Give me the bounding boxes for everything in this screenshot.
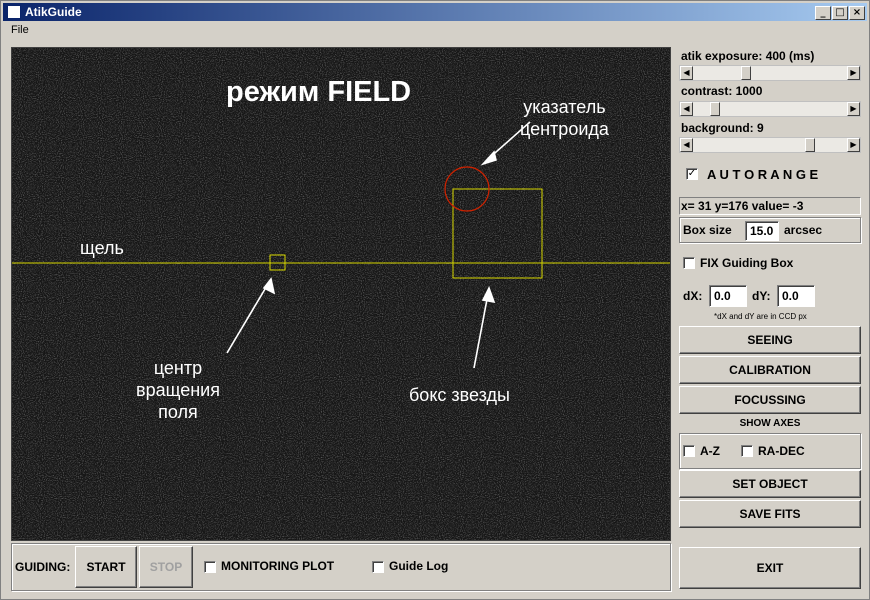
maximize-button[interactable]: □ bbox=[832, 6, 848, 20]
save-fits-button[interactable]: SAVE FITS bbox=[679, 500, 861, 528]
app-icon bbox=[7, 5, 21, 19]
rotation-center-label: центр вращения поля bbox=[136, 358, 220, 422]
show-axes-label: SHOW AXES bbox=[739, 418, 801, 429]
guide-log-label: Guide Log bbox=[389, 559, 449, 573]
starbox-label: бокс звезды bbox=[409, 385, 510, 405]
background-label: background: 9 bbox=[681, 121, 764, 135]
monitoring-plot-label: MONITORING PLOT bbox=[221, 559, 335, 573]
box-size-unit: arcsec bbox=[784, 223, 823, 237]
slit-label: щель bbox=[80, 238, 124, 258]
close-button[interactable]: × bbox=[849, 6, 865, 20]
az-label: A-Z bbox=[700, 444, 720, 458]
scroll-left-icon[interactable]: ◀ bbox=[680, 102, 693, 116]
contrast-label: contrast: 1000 bbox=[681, 84, 763, 98]
focussing-button[interactable]: FOCUSSING bbox=[679, 386, 861, 414]
dy-input[interactable]: 0.0 bbox=[777, 285, 815, 307]
guide-log-checkbox[interactable] bbox=[372, 561, 384, 573]
dx-input[interactable]: 0.0 bbox=[709, 285, 747, 307]
scroll-left-icon[interactable]: ◀ bbox=[680, 66, 693, 80]
menu-file[interactable]: File bbox=[11, 24, 29, 36]
scroll-right-icon[interactable]: ▶ bbox=[847, 138, 860, 152]
slider-thumb[interactable] bbox=[710, 102, 720, 116]
centroid-label: указатель центроида bbox=[520, 97, 609, 139]
radec-checkbox[interactable] bbox=[741, 445, 753, 457]
fix-guiding-box-label: FIX Guiding Box bbox=[700, 256, 794, 270]
minimize-button[interactable]: _ bbox=[815, 6, 831, 20]
box-size-input[interactable]: 15.0 bbox=[745, 221, 779, 241]
exposure-slider[interactable]: ◀ ▶ bbox=[679, 65, 861, 81]
contrast-slider[interactable]: ◀ ▶ bbox=[679, 101, 861, 117]
stop-button[interactable]: STOP bbox=[139, 546, 193, 588]
seeing-button[interactable]: SEEING bbox=[679, 326, 861, 354]
dx-label: dX: bbox=[683, 289, 703, 303]
exit-button[interactable]: EXIT bbox=[679, 547, 861, 589]
monitoring-plot-checkbox[interactable] bbox=[204, 561, 216, 573]
menu-bar: File bbox=[3, 22, 867, 40]
scroll-right-icon[interactable]: ▶ bbox=[847, 102, 860, 116]
dy-label: dY: bbox=[752, 289, 771, 303]
autorange-checkbox[interactable]: ✓ bbox=[686, 168, 698, 180]
exposure-label: atik exposure: 400 (ms) bbox=[681, 49, 815, 63]
autorange-label: A U T O R A N G E bbox=[707, 167, 819, 182]
window-title: AtikGuide bbox=[25, 5, 82, 19]
slider-thumb[interactable] bbox=[805, 138, 815, 152]
set-object-button[interactable]: SET OBJECT bbox=[679, 470, 861, 498]
mode-title: режим FIELD bbox=[226, 76, 412, 108]
az-checkbox[interactable] bbox=[683, 445, 695, 457]
calibration-button[interactable]: CALIBRATION bbox=[679, 356, 861, 384]
fix-guiding-box-checkbox[interactable] bbox=[683, 257, 695, 269]
box-size-label: Box size bbox=[683, 223, 732, 237]
scroll-right-icon[interactable]: ▶ bbox=[847, 66, 860, 80]
ccd-note: *dX and dY are in CCD px bbox=[714, 312, 807, 321]
background-slider[interactable]: ◀ ▶ bbox=[679, 137, 861, 153]
slider-thumb[interactable] bbox=[741, 66, 751, 80]
title-bar[interactable]: AtikGuide _ □ × bbox=[3, 3, 867, 21]
guiding-label: GUIDING: bbox=[15, 560, 71, 574]
camera-viewport[interactable]: режим FIELD указатель центроида щель цен… bbox=[11, 47, 671, 541]
scroll-left-icon[interactable]: ◀ bbox=[680, 138, 693, 152]
coords-readout: x= 31 y=176 value= -3 bbox=[681, 199, 804, 213]
start-button[interactable]: START bbox=[75, 546, 137, 588]
radec-label: RA-DEC bbox=[758, 444, 805, 458]
app-window: AtikGuide _ □ × File режим FIELD указате… bbox=[0, 0, 870, 600]
